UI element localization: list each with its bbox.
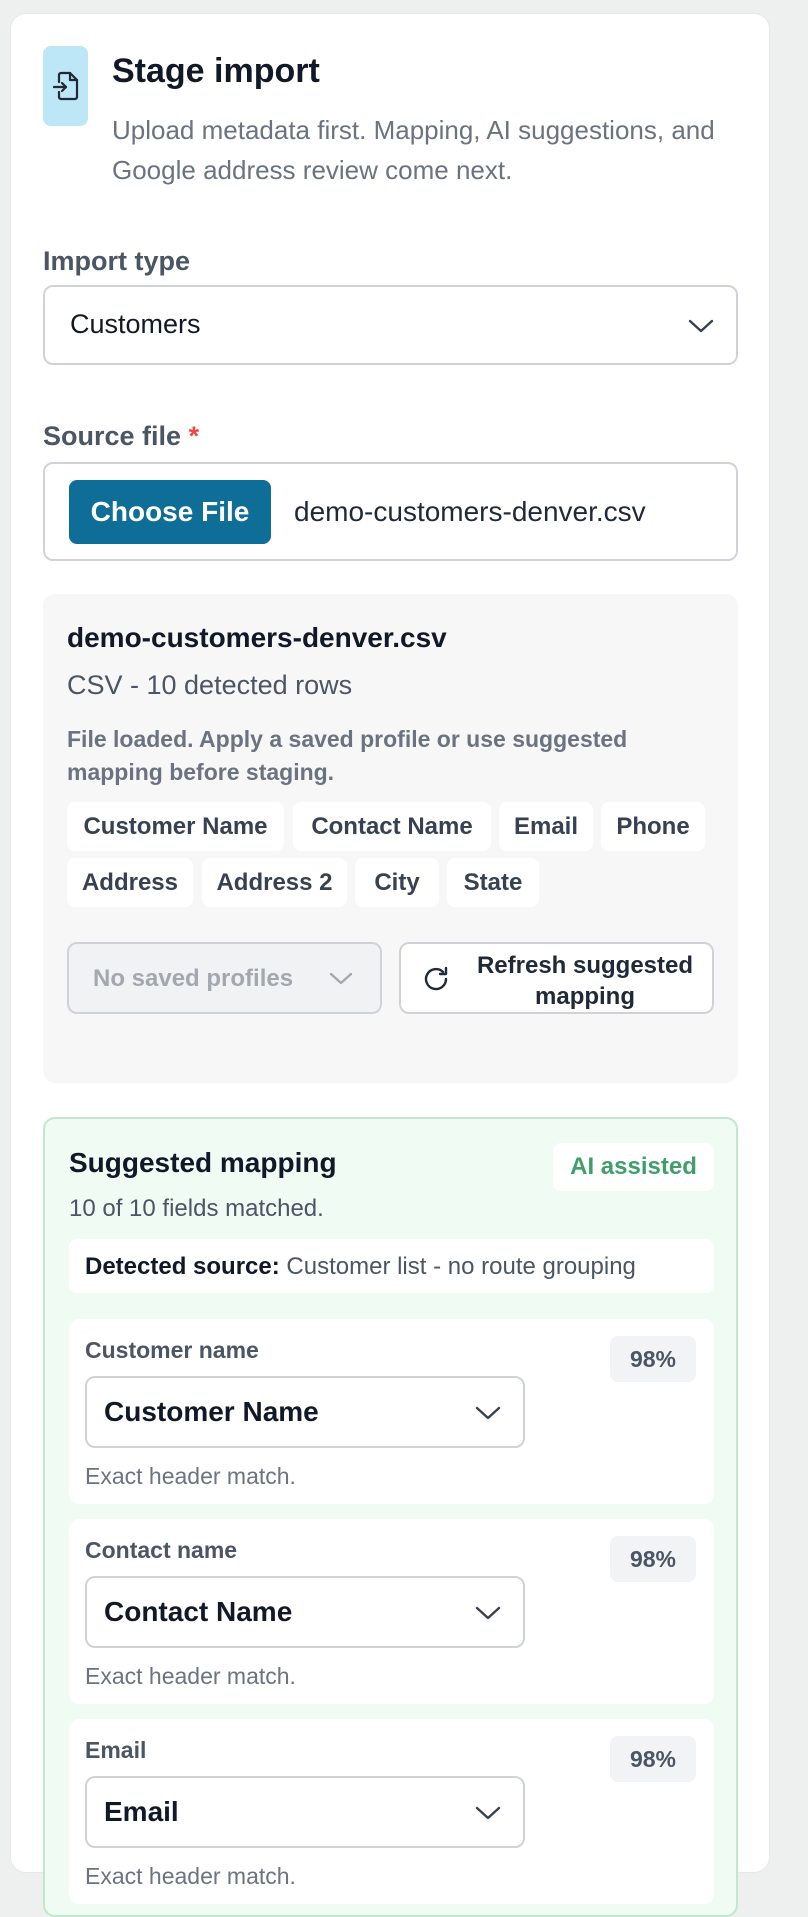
choose-file-button[interactable]: Choose File [69,480,271,544]
column-chip: Phone [601,802,705,851]
field-match-note: Exact header match. [85,1863,296,1889]
mapping-count: 10 of 10 fields matched. [69,1195,324,1222]
refresh-icon [424,966,448,991]
mapping-field-customer-name: Customer name 98% Customer Name Exact he… [69,1319,714,1504]
field-mapping-value: Customer Name [104,1396,319,1427]
field-match-note: Exact header match. [85,1463,296,1489]
source-file-label: Source file * [43,421,200,451]
ai-assisted-badge: AI assisted [553,1143,714,1191]
page-title: Stage import [112,52,320,90]
suggested-mapping-panel: Suggested mapping AI assisted 10 of 10 f… [43,1117,738,1917]
saved-profile-select[interactable]: No saved profiles [67,942,382,1014]
file-summary-meta: CSV - 10 detected rows [67,670,353,700]
column-chip: Address 2 [202,858,347,907]
chevron-down-icon [329,972,353,985]
confidence-badge: 98% [610,1736,696,1782]
field-label: Customer name [85,1337,259,1363]
field-label: Email [85,1737,147,1763]
column-chip: Contact Name [293,802,491,851]
mapping-field-contact-name: Contact name 98% Contact Name Exact head… [69,1519,714,1704]
chevron-down-icon [688,319,714,333]
file-summary-note: File loaded. Apply a saved profile or us… [67,726,628,785]
selected-file-name: demo-customers-denver.csv [294,496,646,527]
refresh-mapping-label: Refresh suggested mapping [476,952,694,1010]
column-chip: Customer Name [67,802,284,851]
column-chip: State [447,858,539,907]
column-chip: Email [499,802,593,851]
file-import-icon [43,46,88,126]
source-file-input[interactable]: Choose File demo-customers-denver.csv [43,462,738,561]
detected-source: Detected source: Customer list - no rout… [69,1239,714,1293]
field-mapping-value: Contact Name [104,1596,293,1627]
field-mapping-value: Email [104,1796,179,1827]
stage-import-card: Stage import Upload metadata first. Mapp… [10,13,770,1917]
column-chip: City [355,858,439,907]
confidence-badge: 98% [610,1336,696,1382]
mapping-title: Suggested mapping [69,1147,337,1178]
field-match-note: Exact header match. [85,1663,296,1689]
mapping-field-email: Email 98% Email Exact header match. [69,1719,714,1904]
confidence-badge: 98% [610,1536,696,1582]
import-type-label: Import type [43,246,191,276]
page-subtitle: Upload metadata first. Mapping, AI sugge… [112,115,715,185]
chevron-down-icon [475,1606,501,1620]
refresh-mapping-button[interactable]: Refresh suggested mapping [399,942,714,1014]
field-mapping-select[interactable]: Contact Name [85,1576,525,1648]
required-marker: * [188,421,200,451]
field-label: Contact name [85,1537,238,1563]
import-type-value: Customers [70,309,201,339]
chevron-down-icon [475,1806,501,1820]
file-summary-name: demo-customers-denver.csv [67,622,447,653]
chevron-down-icon [475,1406,501,1420]
column-chip: Address [67,858,193,907]
import-type-select[interactable]: Customers [43,285,738,365]
saved-profile-placeholder: No saved profiles [93,965,294,992]
field-mapping-select[interactable]: Customer Name [85,1376,525,1448]
file-summary-panel: demo-customers-denver.csv CSV - 10 detec… [43,594,738,1083]
field-mapping-select[interactable]: Email [85,1776,525,1848]
